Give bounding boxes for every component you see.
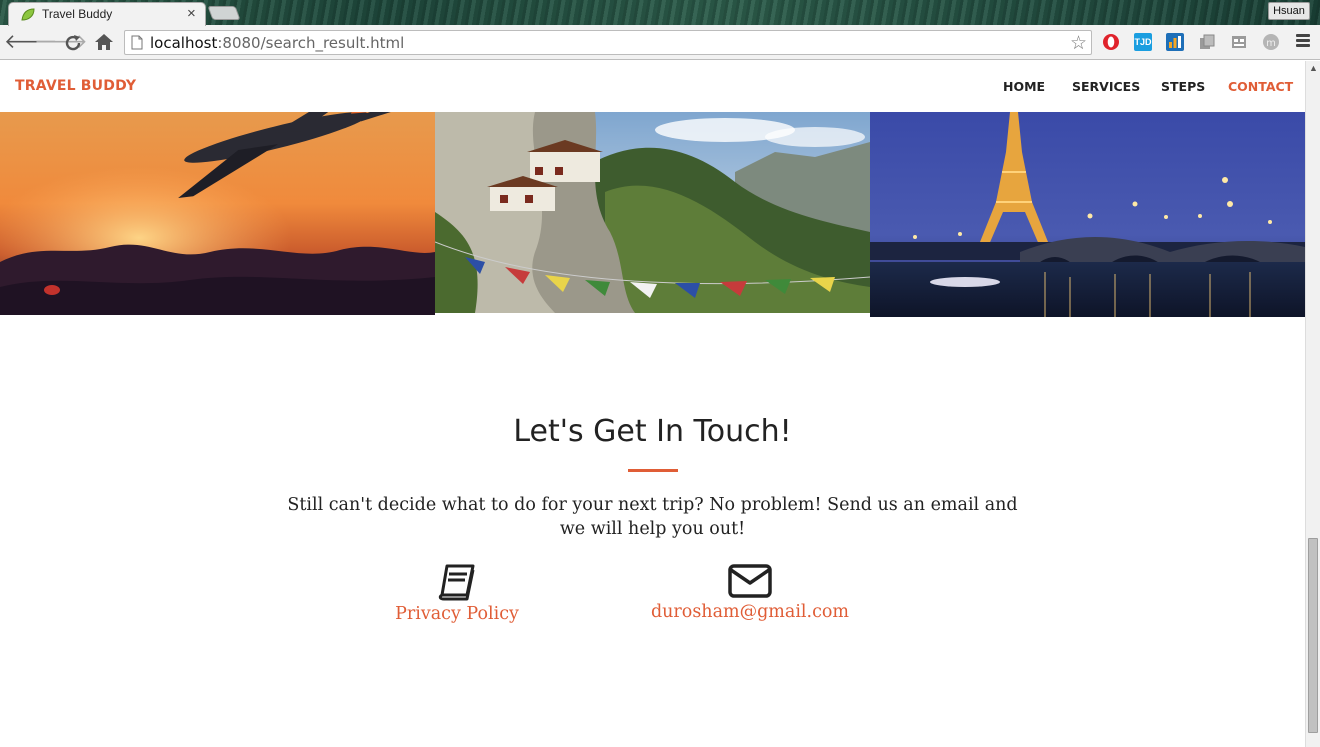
tab-close-icon[interactable]: × — [187, 5, 196, 22]
site-brand[interactable]: TRAVEL BUDDY — [15, 78, 136, 94]
mountain-monastery-photo — [435, 112, 870, 313]
url-text: localhost:8080/search_result.html — [150, 34, 405, 52]
bookmark-star-icon[interactable]: ☆ — [1070, 32, 1087, 55]
avatar-icon[interactable]: m — [1262, 33, 1280, 51]
page-scrollbar[interactable]: ▲ — [1305, 61, 1320, 747]
web-page: TRAVEL BUDDY HOME SERVICES STEPS CONTACT — [0, 61, 1305, 747]
airplane-sunset-photo — [0, 112, 435, 315]
nav-link-steps[interactable]: STEPS — [1161, 79, 1205, 94]
analytics-icon[interactable] — [1166, 33, 1184, 51]
browser-tab-active[interactable]: Travel Buddy × — [8, 2, 206, 26]
nav-link-contact[interactable]: CONTACT — [1228, 79, 1293, 94]
svg-text:m: m — [1266, 38, 1276, 49]
eiffel-tower-night-photo — [870, 112, 1305, 317]
leaf-icon — [21, 8, 35, 21]
page-icon — [131, 35, 143, 50]
scrollbar-thumb[interactable] — [1308, 538, 1318, 733]
tjd-icon[interactable]: TJD — [1134, 33, 1152, 51]
menu-icon[interactable] — [1296, 32, 1310, 50]
back-arrow-icon[interactable]: 🡐 — [4, 29, 58, 55]
contact-description: Still can't decide what to do for your n… — [287, 495, 1018, 539]
contact-heading: Let's Get In Touch! — [513, 414, 792, 449]
forward-arrow-icon[interactable]: 🡒 — [34, 29, 88, 55]
envelope-icon — [728, 564, 772, 598]
email-link[interactable]: durosham@gmail.com — [645, 602, 855, 622]
book-icon — [438, 564, 475, 601]
address-bar[interactable]: localhost:8080/search_result.html ☆ — [124, 30, 1092, 55]
email-item: durosham@gmail.com — [645, 563, 855, 622]
heading-divider — [628, 469, 678, 472]
browser-toolbar: 🡐 🡒 localhost:8080/search_result.html ☆ … — [0, 25, 1320, 60]
scroll-up-arrow-icon[interactable]: ▲ — [1309, 63, 1318, 73]
profile-button[interactable]: Hsuan — [1268, 2, 1310, 20]
reload-icon[interactable] — [64, 34, 82, 52]
opera-icon[interactable] — [1102, 33, 1120, 51]
tab-title: Travel Buddy — [42, 7, 113, 21]
puzzle-icon[interactable] — [1198, 33, 1216, 51]
nav-link-home[interactable]: HOME — [1003, 79, 1045, 94]
privacy-policy-item: Privacy Policy — [382, 563, 532, 624]
reader-icon[interactable] — [1230, 33, 1248, 51]
privacy-policy-link[interactable]: Privacy Policy — [382, 604, 532, 624]
site-navbar: TRAVEL BUDDY HOME SERVICES STEPS CONTACT — [0, 61, 1305, 112]
nav-link-services[interactable]: SERVICES — [1072, 79, 1140, 94]
new-tab-button[interactable] — [207, 6, 241, 20]
home-icon[interactable] — [94, 33, 114, 51]
